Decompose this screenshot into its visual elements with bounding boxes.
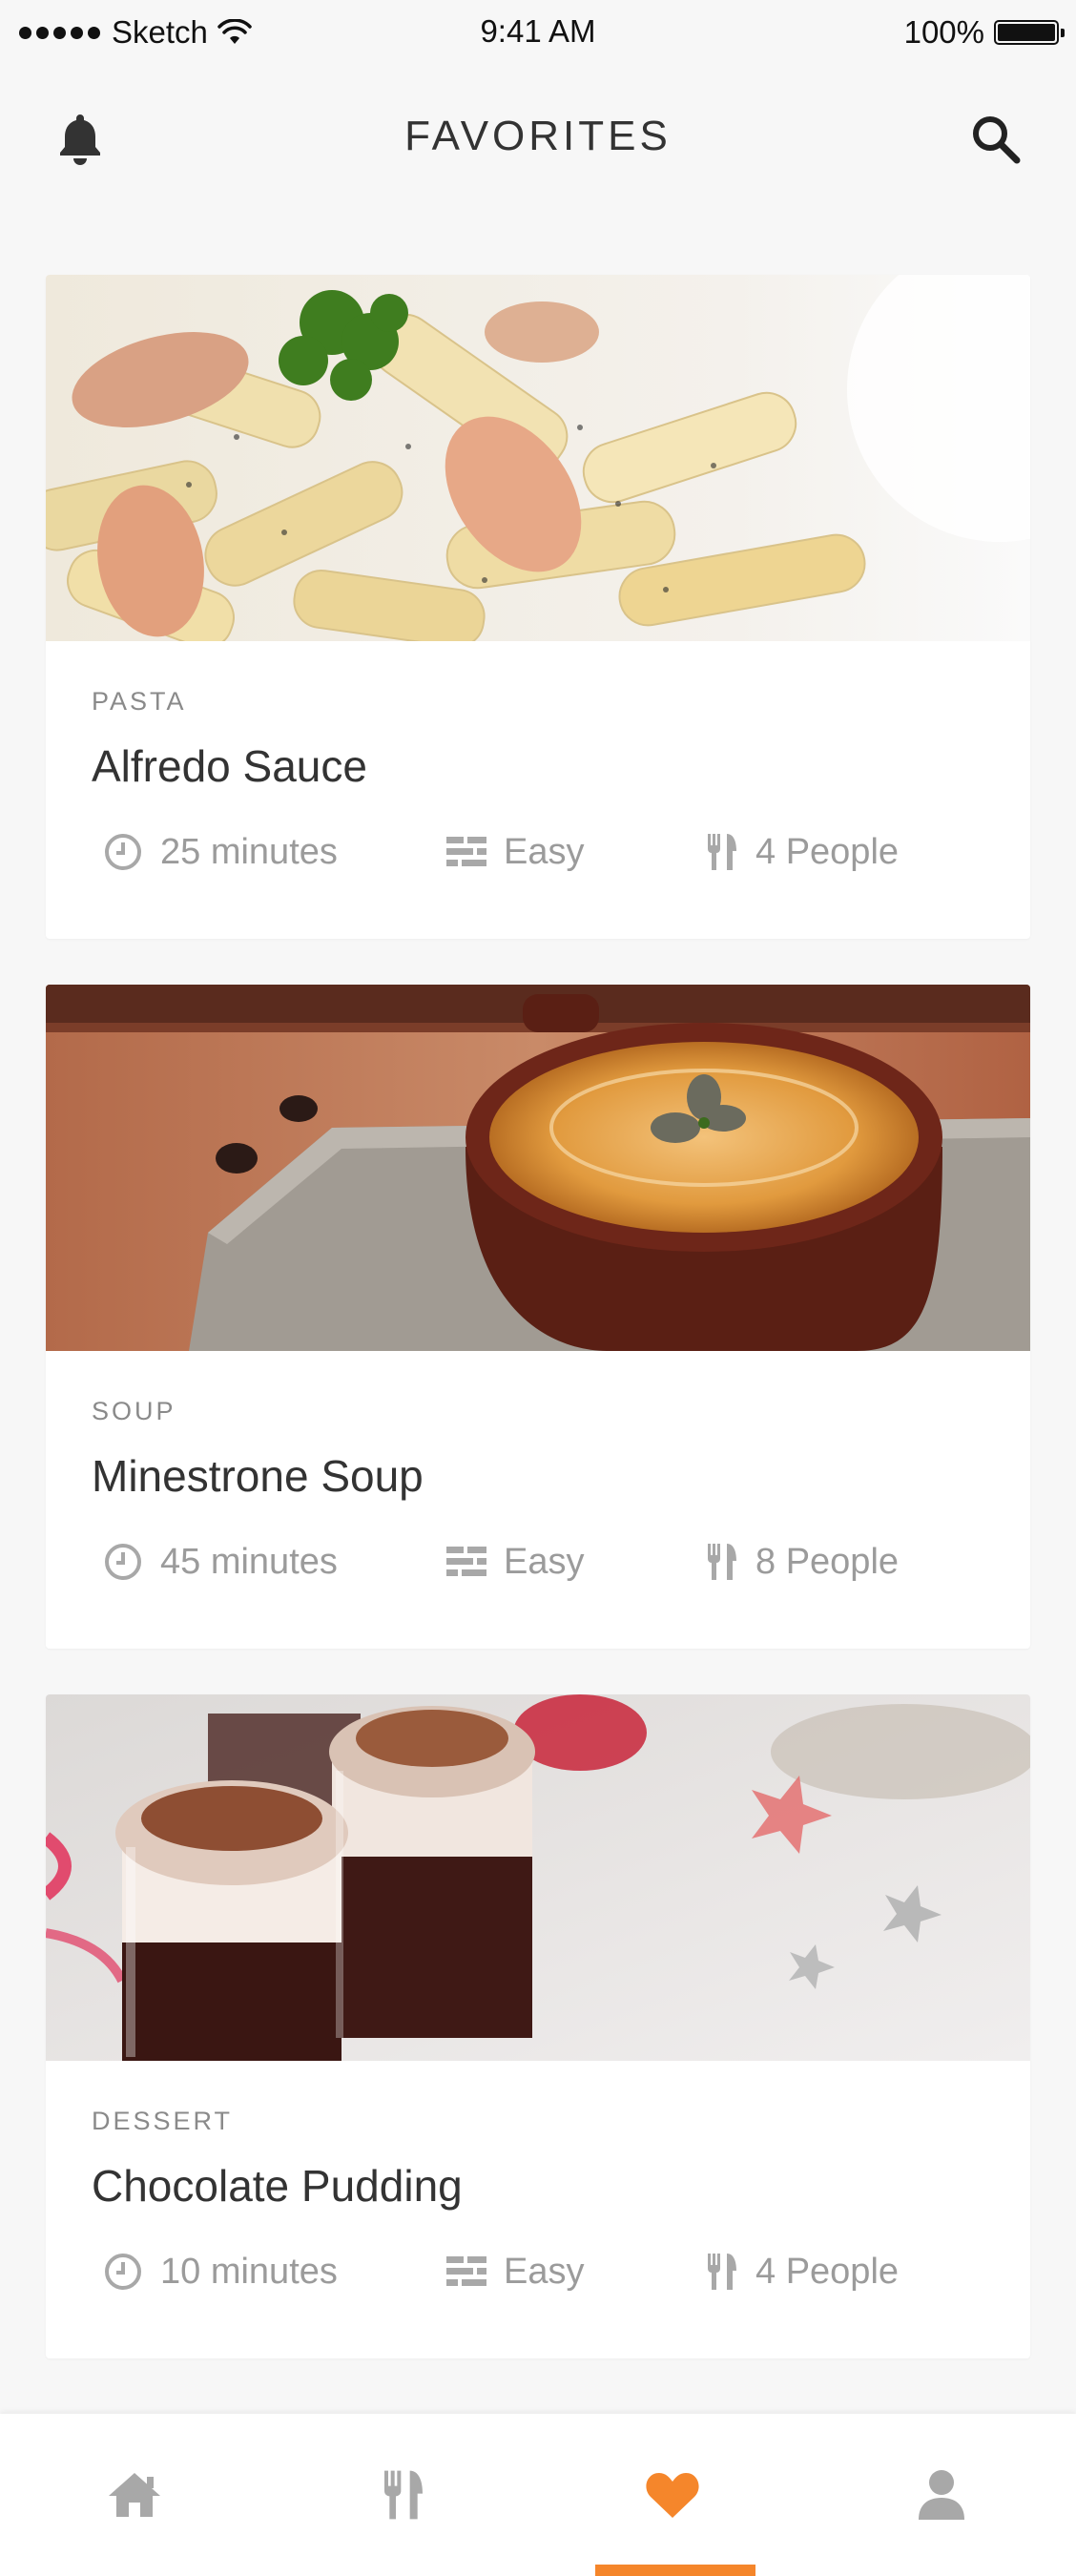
recipe-category: DESSERT xyxy=(92,2107,234,2135)
meta-servings-label: 8 People xyxy=(755,1541,900,1582)
meta-servings: 4 People xyxy=(706,2248,899,2296)
meta-servings-label: 4 People xyxy=(755,2251,900,2292)
app-header: FAVORITES xyxy=(0,95,1076,181)
clock-icon xyxy=(105,834,141,870)
meta-time: 45 minutes xyxy=(103,1538,338,1586)
difficulty-bars-icon xyxy=(446,2256,486,2286)
meta-time-label: 45 minutes xyxy=(160,1541,338,1582)
recipe-meta: 10 minutes Easy 4 People xyxy=(103,2248,1019,2296)
status-right: 100% xyxy=(903,13,1065,52)
recipe-card[interactable]: DESSERT Chocolate Pudding 10 minutes Eas… xyxy=(46,1694,1030,2358)
tab-profile[interactable] xyxy=(807,2414,1076,2576)
tab-favorites[interactable] xyxy=(538,2414,807,2576)
meta-difficulty: Easy xyxy=(446,2248,584,2296)
home-icon xyxy=(109,2473,160,2517)
person-icon xyxy=(919,2470,964,2520)
recipe-image-soup xyxy=(46,985,1030,1351)
recipe-category: PASTA xyxy=(92,687,187,716)
recipe-title: Chocolate Pudding xyxy=(92,2161,463,2211)
battery-icon xyxy=(994,20,1065,45)
fork-knife-icon xyxy=(708,834,736,870)
fork-knife-icon xyxy=(708,2254,736,2290)
search-icon[interactable] xyxy=(965,109,1026,170)
heart-icon xyxy=(646,2473,699,2518)
meta-time-label: 25 minutes xyxy=(160,831,338,872)
meta-difficulty-label: Easy xyxy=(504,831,585,872)
difficulty-bars-icon xyxy=(446,1547,486,1576)
clock-icon xyxy=(105,1544,141,1580)
difficulty-bars-icon xyxy=(446,837,486,866)
recipe-title: Alfredo Sauce xyxy=(92,741,367,791)
active-tab-indicator xyxy=(595,2565,755,2576)
recipe-card[interactable]: PASTA Alfredo Sauce 25 minutes Easy 4 Pe… xyxy=(46,275,1030,939)
recipe-category: SOUP xyxy=(92,1397,176,1425)
status-bar: Sketch 9:41 AM 100% xyxy=(0,0,1076,67)
page-title: FAVORITES xyxy=(404,113,672,159)
meta-difficulty: Easy xyxy=(446,1538,584,1586)
meta-servings: 8 People xyxy=(706,1538,899,1586)
meta-difficulty-label: Easy xyxy=(504,1541,585,1582)
recipe-card[interactable]: SOUP Minestrone Soup 45 minutes Easy 8 P… xyxy=(46,985,1030,1649)
meta-time: 10 minutes xyxy=(103,2248,338,2296)
battery-percent: 100% xyxy=(903,14,984,50)
meta-servings-label: 4 People xyxy=(755,831,900,872)
fork-knife-icon xyxy=(708,1544,736,1580)
tab-recipes[interactable] xyxy=(269,2414,538,2576)
bottom-tab-bar xyxy=(0,2414,1076,2576)
meta-time: 25 minutes xyxy=(103,828,338,876)
meta-time-label: 10 minutes xyxy=(160,2251,338,2292)
tab-home[interactable] xyxy=(0,2414,269,2576)
meta-servings: 4 People xyxy=(706,828,899,876)
recipe-title: Minestrone Soup xyxy=(92,1451,424,1501)
clock-icon xyxy=(105,2254,141,2290)
recipe-meta: 25 minutes Easy 4 People xyxy=(103,828,1019,876)
recipe-meta: 45 minutes Easy 8 People xyxy=(103,1538,1019,1586)
recipe-image-dessert xyxy=(46,1694,1030,2061)
meta-difficulty: Easy xyxy=(446,828,584,876)
recipe-image-pasta xyxy=(46,275,1030,641)
meta-difficulty-label: Easy xyxy=(504,2251,585,2292)
fork-knife-icon xyxy=(384,2470,423,2520)
